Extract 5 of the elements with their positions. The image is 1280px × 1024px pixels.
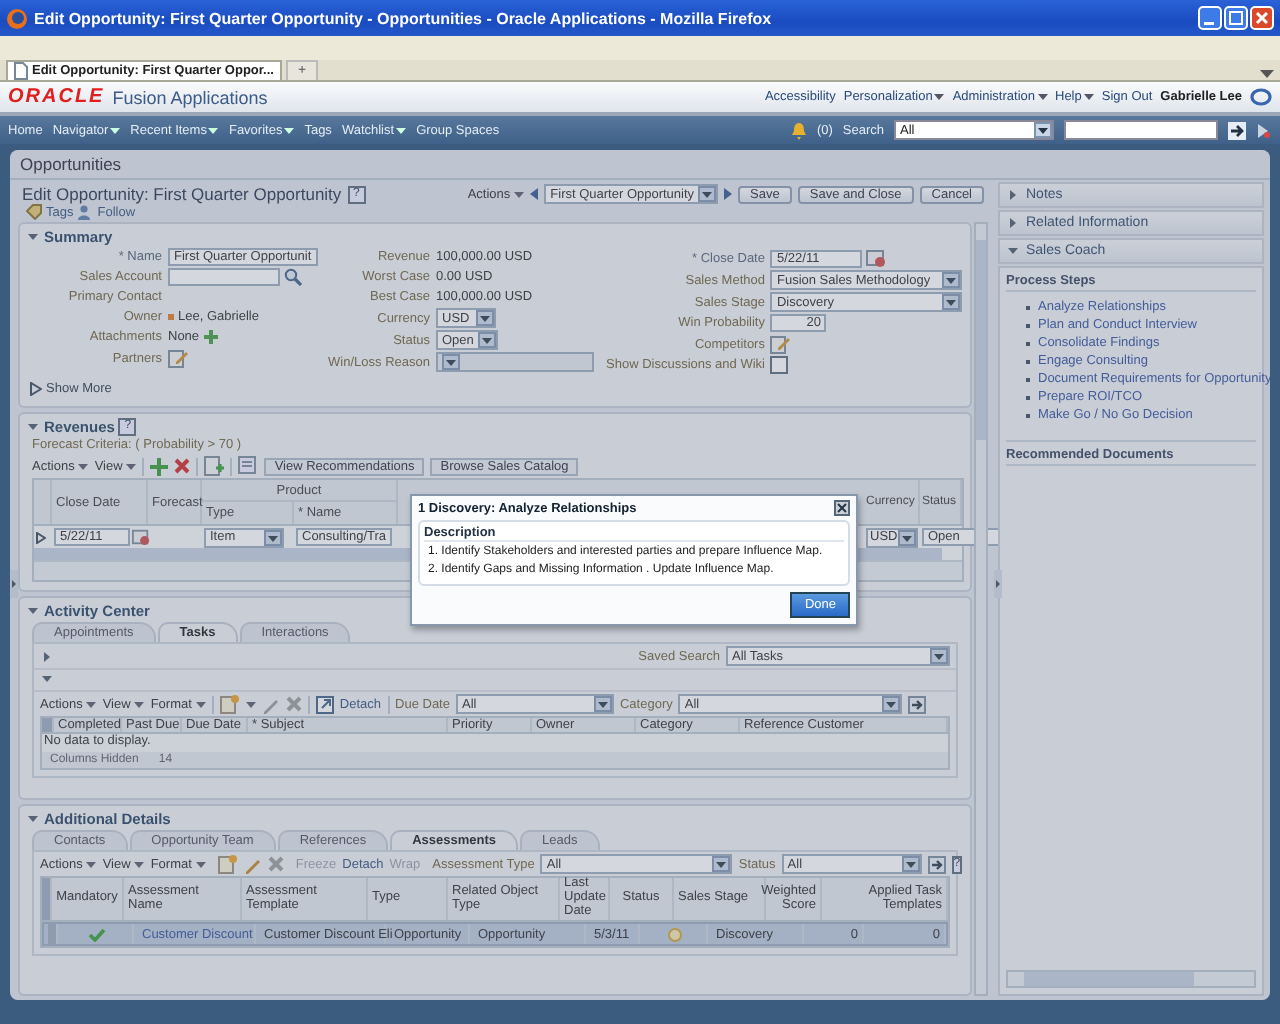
page-title: Opportunities xyxy=(10,150,1270,180)
page-heading: Edit Opportunity: First Quarter Opportunity xyxy=(22,184,342,204)
logo: ORACLE xyxy=(8,86,105,108)
product-name: Fusion Applications xyxy=(112,87,268,107)
window-title: Edit Opportunity: First Quarter Opportunity - Opportunities - Oracle Applications - Mozilla Firefox xyxy=(34,9,774,27)
